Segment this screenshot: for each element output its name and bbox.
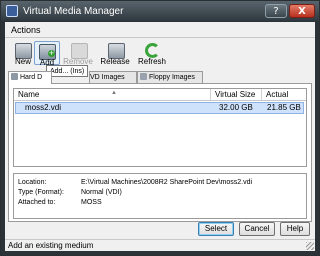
type-label: Type (Format): (18, 189, 64, 196)
type-value: Normal (VDI) (81, 189, 122, 196)
tab-hard-disks-label: Hard D (20, 74, 43, 81)
tab-hard-disks[interactable]: Hard D (8, 71, 52, 84)
add-plus-icon: + (48, 49, 55, 57)
window-title: Virtual Media Manager (23, 6, 124, 17)
tab-cd-dvd-images[interactable]: VD Images (89, 71, 137, 83)
table-row[interactable]: moss2.vdi 32.00 GB 21.85 GB (15, 102, 304, 114)
title-bar[interactable]: Virtual Media Manager ? X (1, 1, 319, 21)
column-header-actual-size[interactable]: Actual Size (262, 89, 306, 111)
row-virtual-size: 32.00 GB (219, 103, 253, 112)
row-actual-size: 21.85 GB (267, 103, 301, 112)
name-header-label: Name (18, 90, 40, 99)
cancel-button[interactable]: Cancel (239, 222, 275, 236)
refresh-icon (145, 43, 160, 58)
virtual-size-header-label: Virtual Size (215, 90, 256, 99)
release-label: Release (100, 57, 130, 66)
status-bar: Add an existing medium (5, 239, 315, 251)
select-button[interactable]: Select (198, 222, 234, 236)
refresh-label: Refresh (137, 57, 166, 66)
column-header-name[interactable]: Name ▲ (14, 89, 211, 101)
details-panel: Location: E:\Virtual Machines\2008R2 Sha… (13, 173, 307, 219)
status-text: Add an existing medium (8, 241, 94, 250)
actions-label: Actions (11, 25, 41, 35)
media-list[interactable]: Name ▲ Virtual Size Actual Size moss2.vd… (13, 88, 307, 167)
sort-arrow-icon: ▲ (111, 90, 117, 96)
location-value: E:\Virtual Machines\2008R2 SharePoint De… (81, 179, 253, 186)
app-icon (6, 5, 18, 17)
tab-floppy-label: Floppy Images (149, 74, 195, 81)
add-button[interactable]: + Add (34, 41, 60, 67)
add-tooltip: Add... (Ins) (46, 65, 88, 77)
help-title-button[interactable]: ? (265, 4, 287, 18)
tab-cd-dvd-label: VD Images (90, 74, 125, 81)
resize-grip-icon[interactable] (306, 242, 314, 250)
column-header-virtual-size[interactable]: Virtual Size (211, 89, 262, 101)
row-name: moss2.vdi (25, 103, 62, 112)
attached-value: MOSS (81, 199, 102, 206)
floppy-icon (140, 73, 147, 80)
close-button[interactable]: X (289, 4, 315, 18)
location-label: Location: (18, 179, 47, 186)
hard-disks-pane: Name ▲ Virtual Size Actual Size moss2.vd… (8, 83, 312, 222)
hard-disk-icon (11, 73, 18, 80)
actions-divider (5, 37, 315, 38)
client-area: Actions New + Add Remove Release Refresh… (5, 22, 315, 251)
tab-floppy-images[interactable]: Floppy Images (137, 71, 203, 83)
attached-label: Attached to: (18, 199, 56, 206)
help-button[interactable]: Help (280, 222, 310, 236)
virtual-media-manager-window: Virtual Media Manager ? X Actions New + … (0, 0, 320, 256)
